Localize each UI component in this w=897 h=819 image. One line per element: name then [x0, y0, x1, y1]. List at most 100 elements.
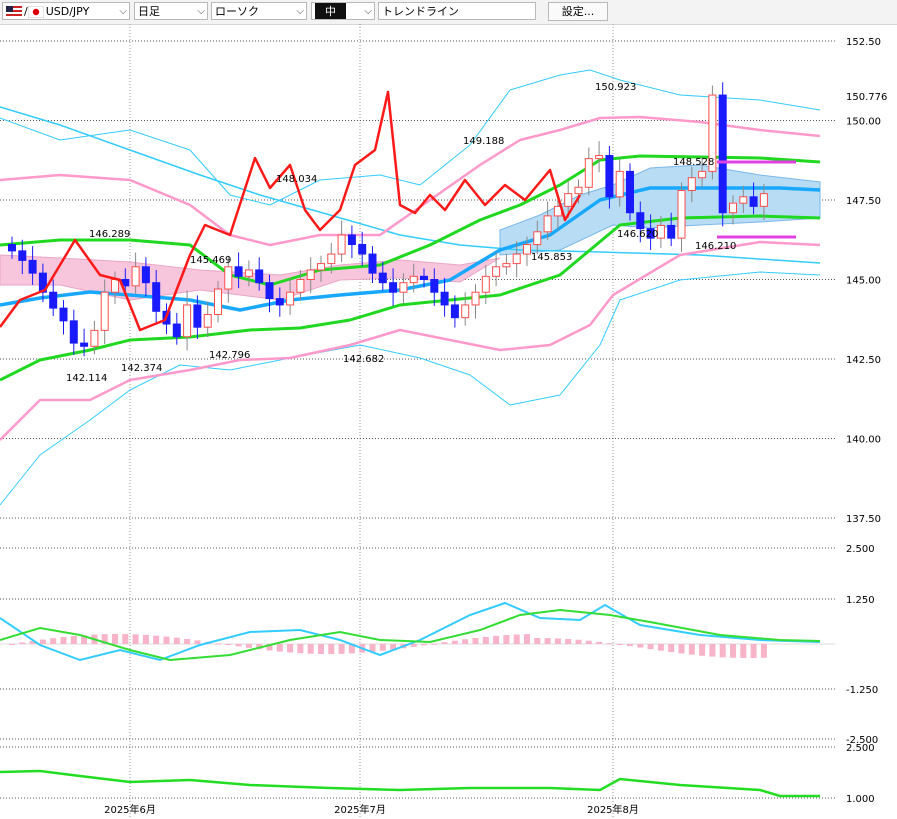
candle-down: [749, 196, 758, 207]
price-tick-label: 137.50: [846, 514, 881, 525]
macd-histogram-bar: [19, 642, 26, 644]
candle-up: [574, 186, 583, 195]
candle-up: [461, 304, 470, 319]
symbol-label: USD/JPY: [45, 5, 90, 18]
macd-histogram-bar: [596, 641, 603, 644]
price-annotation: 146.210: [695, 241, 736, 252]
candle-up: [244, 269, 253, 277]
price-tick-label: 145.00: [846, 276, 881, 287]
candle-up: [224, 266, 233, 290]
macd-histogram-bar: [750, 644, 757, 658]
candle-up: [595, 154, 604, 160]
macd-histogram-bar: [431, 643, 438, 645]
macd-histogram-bar: [493, 635, 500, 644]
macd-histogram-bar: [122, 634, 129, 644]
size-select[interactable]: 中 ⌵: [311, 2, 375, 20]
candle-up: [656, 224, 665, 239]
price-annotation: 149.188: [463, 136, 504, 147]
candle-up: [615, 170, 624, 198]
price-tick-label: 152.50: [846, 37, 881, 48]
chart-style-select[interactable]: ローソク ⌵: [211, 2, 307, 20]
candle-up: [543, 215, 552, 233]
macd-histogram-bar: [760, 644, 767, 658]
macd-histogram-bar: [318, 644, 324, 654]
macd-histogram-bar: [565, 639, 572, 644]
candle-down: [430, 279, 439, 293]
candle-down: [265, 282, 274, 300]
candle-down: [347, 234, 356, 246]
time-axis-label: 2025年7月: [334, 803, 386, 816]
macd-histogram-bar: [441, 642, 448, 644]
price-annotation: 148.034: [276, 174, 317, 185]
macd-histogram-bar: [524, 634, 530, 644]
price-tick-label: 140.00: [846, 435, 881, 446]
candle-up: [399, 282, 408, 293]
price-annotation: 146.620: [617, 229, 658, 240]
candle-up: [677, 189, 686, 239]
japan-flag-icon: [27, 5, 44, 19]
chevron-down-icon: ⌵: [296, 6, 304, 17]
price-annotation: 146.289: [89, 229, 130, 240]
candle-down: [28, 259, 37, 274]
candle-down: [141, 266, 150, 284]
candle-down: [152, 282, 161, 312]
price-tick-label: 142.50: [846, 355, 881, 366]
macd-tick-label: -1.250: [846, 685, 878, 696]
macd-histogram-bar: [112, 634, 118, 644]
candle-down: [8, 244, 16, 252]
candle-up: [512, 253, 521, 265]
timeframe-select[interactable]: 日足 ⌵: [134, 2, 208, 20]
symbol-select[interactable]: / USD/JPY ⌵: [2, 2, 130, 20]
lower-tick-label: 1.000: [846, 794, 875, 805]
macd-histogram-bar: [657, 644, 664, 651]
macd-histogram-bar: [462, 639, 469, 644]
bb-minus3-line: [0, 271, 821, 506]
toolbar: / USD/JPY ⌵ 日足 ⌵ ローソク ⌵ 中 ⌵ トレンドライン 設定..…: [0, 0, 897, 25]
candle-up: [687, 177, 696, 191]
candle-down: [420, 275, 428, 281]
candle-up: [492, 266, 501, 277]
candle-up: [523, 244, 531, 255]
macd-histogram-bar: [730, 644, 736, 658]
timeframe-label: 日足: [138, 5, 160, 18]
us-flag-icon: [6, 6, 22, 18]
candle-up: [183, 304, 192, 338]
candle-down: [368, 253, 377, 274]
price-annotation: 142.796: [209, 350, 250, 361]
macd-histogram-bar: [719, 644, 726, 658]
candle-down: [193, 304, 202, 328]
macd-histogram-bar: [153, 635, 160, 644]
macd-histogram-bar: [616, 644, 623, 645]
candle-down: [275, 298, 284, 306]
candle-down: [234, 266, 243, 277]
candle-down: [450, 304, 459, 319]
candle-up: [729, 202, 737, 214]
macd-tick-label: 2.500: [846, 544, 875, 555]
macd-histogram-bar: [60, 637, 67, 644]
settings-button[interactable]: 設定...: [548, 2, 608, 21]
macd-histogram-bar: [235, 644, 242, 647]
macd-panel: 2.5001.250-1.250-2.500: [0, 544, 878, 746]
candle-up: [214, 288, 222, 315]
time-axis-label: 2025年8月: [587, 803, 639, 816]
candle-up: [203, 313, 212, 328]
candle-down: [49, 291, 58, 309]
lower-tick-label: 2.500: [846, 743, 875, 754]
macd-histogram-bar: [647, 644, 654, 650]
candle-down: [69, 320, 78, 344]
macd-histogram-bar: [637, 644, 644, 648]
macd-histogram-bar: [50, 638, 57, 644]
candle-up: [327, 253, 336, 265]
drawing-tool-select[interactable]: トレンドライン: [378, 2, 536, 20]
macd-histogram-bar: [142, 634, 149, 644]
candle-down: [718, 94, 727, 214]
macd-histogram-bar: [338, 644, 345, 654]
candle-down: [389, 282, 398, 293]
macd-histogram-bar: [9, 644, 15, 645]
chart-area[interactable]: 142.114 146.289 142.374 145.469 142.796 148.0…: [0, 24, 897, 819]
price-tick-label: 147.50: [846, 196, 881, 207]
price-annotation: 145.469: [190, 255, 231, 266]
candle-up: [409, 275, 418, 284]
candle-up: [471, 291, 480, 306]
macd-histogram-bar: [173, 637, 180, 644]
